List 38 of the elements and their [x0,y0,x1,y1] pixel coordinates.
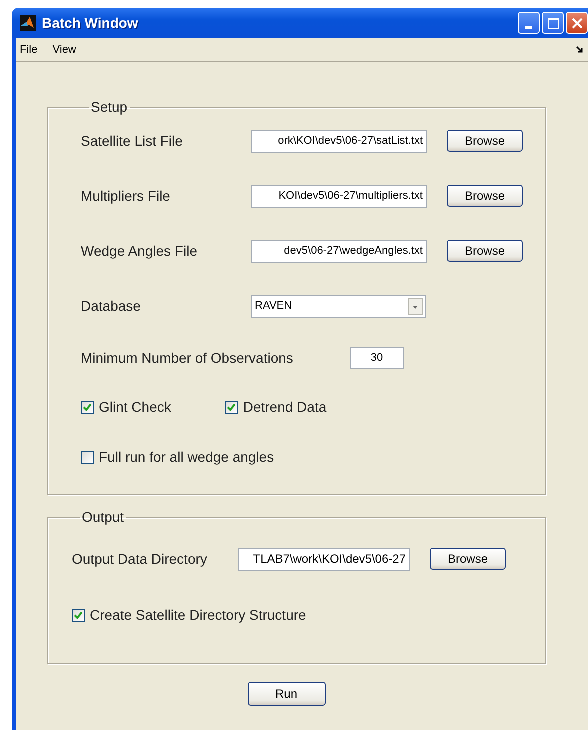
field-label: Database [81,298,142,314]
checkbox-label: Create Satellite Directory Structure [90,607,306,623]
minimize-button[interactable] [518,12,540,34]
minimize-icon [524,26,532,28]
browse-button[interactable]: Browse [447,130,523,152]
close-icon [572,18,582,28]
panel-title: Setup [90,99,129,115]
browse-button[interactable]: Browse [447,185,523,207]
browse-button[interactable]: Browse [430,548,506,570]
field-label: Satellite List File [81,133,184,149]
checkbox-label: Detrend Data [243,399,327,415]
menu-item[interactable]: File [20,44,38,56]
app-logo-icon [20,15,36,31]
browse-button[interactable]: Browse [447,240,523,262]
field-label: Minimum Number of Observations [81,350,294,366]
menu-item[interactable]: View [52,44,76,56]
field-label: Output Data Directory [72,551,208,567]
window-title: Batch Window [42,15,138,31]
field-label: Wedge Angles File [81,243,198,259]
checkbox[interactable] [81,450,94,464]
database-dropdown[interactable]: RAVEN [251,294,426,318]
maximize-button[interactable] [542,12,564,34]
directory-field[interactable]: TLAB7\work\KOI\dev5\06-27 [238,548,410,570]
run-button[interactable]: Run [248,682,326,706]
checkbox-label: Full run for all wedge angles [99,449,274,465]
close-button[interactable] [566,12,588,34]
checkbox[interactable] [72,608,85,622]
number-field[interactable]: 30 [350,347,404,369]
checkbox-label: Glint Check [99,399,172,415]
path-field[interactable]: KOI\dev5\06-27\multipliers.txt [251,184,427,208]
panel-title: Output [81,509,126,525]
path-field[interactable]: ork\KOI\dev5\06-27\satList.txt [251,130,427,152]
dock-arrow-icon[interactable] [576,46,584,54]
path-field[interactable]: dev5\06-27\wedgeAngles.txt [251,240,427,262]
checkbox[interactable] [81,400,94,414]
checkbox[interactable] [225,400,238,414]
field-label: Multipliers File [81,188,172,204]
maximize-icon [548,18,558,28]
